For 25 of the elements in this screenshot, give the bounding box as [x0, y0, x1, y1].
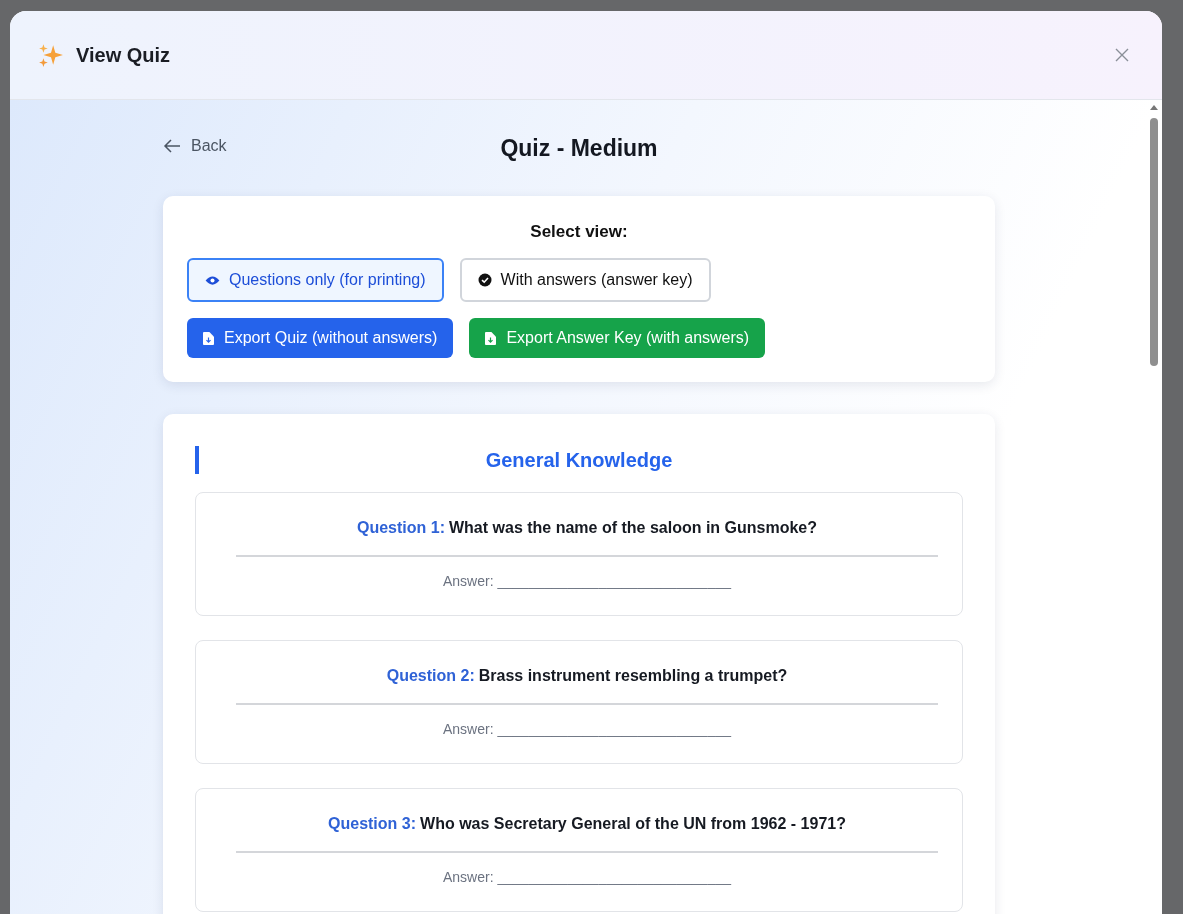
file-download-icon: [485, 331, 497, 345]
eye-icon: [205, 274, 220, 286]
question-label: Question 3:: [328, 815, 417, 832]
question-text: Brass instrument resembling a trumpet?: [478, 667, 788, 684]
question-label: Question 1:: [356, 519, 445, 536]
answer-line: Answer: ______________________________: [441, 721, 733, 737]
answer-line: Answer: ______________________________: [441, 573, 733, 589]
question-text: What was the name of the saloon in Gunsmoke?: [449, 519, 818, 536]
file-download-icon: [203, 331, 214, 345]
window-title: View Quiz: [76, 43, 171, 67]
back-button[interactable]: Back: [163, 137, 227, 155]
view-option-button[interactable]: Questions only (for printing): [187, 258, 444, 302]
section-title: General Knowledge: [485, 448, 673, 473]
check-circle-icon: [477, 273, 492, 287]
answer-line: Answer: ______________________________: [441, 869, 733, 885]
question-text: Who was Secretary General of the UN from 1962 - 1971?: [420, 815, 846, 832]
close-icon: [1114, 47, 1130, 63]
view-option-button[interactable]: With answers (answer key): [459, 258, 711, 302]
arrow-left-icon: [163, 139, 181, 153]
export-button[interactable]: Export Quiz (without answers): [187, 318, 454, 358]
export-button[interactable]: Export Answer Key (with answers): [469, 318, 766, 358]
quiz-title: Quiz - Medium: [500, 134, 658, 162]
question-label: Question 2:: [386, 667, 475, 684]
sparkles-icon: [38, 42, 64, 68]
select-view-heading: Select view:: [529, 222, 629, 242]
